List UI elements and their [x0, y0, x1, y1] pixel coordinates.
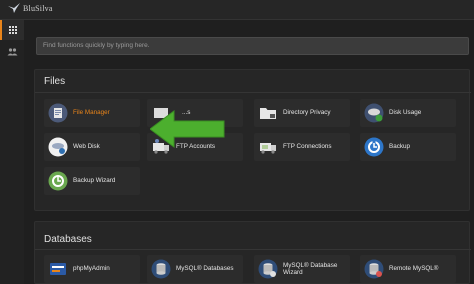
directory-privacy-item[interactable]: Directory Privacy	[254, 99, 350, 127]
folder-icon	[257, 102, 279, 124]
web-disk-label: Web Disk	[73, 143, 100, 151]
mysql-database-wizard-label: MySQL® Database Wizard	[283, 262, 337, 277]
file-manager-icon	[47, 102, 69, 124]
directory-privacy-label: Directory Privacy	[283, 109, 331, 117]
users-icon	[7, 48, 17, 56]
backup-wizard-item[interactable]: Backup Wizard	[44, 167, 140, 195]
top-bar: BluSilva	[0, 0, 474, 20]
files-panel: Files File Manager ...s Directory Privac…	[34, 69, 471, 211]
search-placeholder: Find functions quickly by typing here.	[43, 42, 150, 49]
mysql-database-wizard-label-line1: MySQL® Database	[283, 261, 338, 269]
remote-mysql-item[interactable]: Remote MySQL®	[360, 255, 456, 283]
ftp-connections-item[interactable]: FTP Connections	[254, 133, 350, 161]
files-title: Files	[44, 76, 66, 87]
green-arrow-annotation	[150, 110, 225, 148]
remote-mysql-label: Remote MySQL®	[389, 265, 439, 273]
mysql-databases-label: MySQL® Databases	[176, 265, 234, 273]
backup-item[interactable]: Backup	[360, 133, 456, 161]
disk-usage-icon	[363, 102, 385, 124]
phpmyadmin-item[interactable]: phpMyAdmin	[44, 255, 140, 283]
backup-icon	[363, 136, 385, 158]
backup-wizard-label: Backup Wizard	[73, 177, 116, 185]
files-divider	[35, 92, 471, 93]
database-wizard-icon	[257, 258, 279, 280]
file-manager-label: File Manager	[73, 109, 110, 117]
backup-wizard-icon	[47, 170, 69, 192]
sidebar	[0, 20, 24, 284]
bird-logo-icon	[8, 3, 20, 13]
grid-icon	[9, 26, 17, 34]
databases-title: Databases	[44, 234, 92, 245]
brand-logo[interactable]: BluSilva	[8, 3, 53, 13]
databases-panel: Databases phpMyAdmin MySQL® Databases My…	[34, 221, 471, 284]
main-content: Find functions quickly by typing here. F…	[24, 20, 474, 284]
databases-divider	[35, 249, 471, 250]
disk-usage-item[interactable]: Disk Usage	[360, 99, 456, 127]
sidebar-item-tools[interactable]	[0, 20, 24, 40]
ftp-connections-label: FTP Connections	[283, 143, 332, 151]
mysql-database-wizard-label-line2: Wizard	[283, 269, 303, 276]
database-icon	[150, 258, 172, 280]
phpmyadmin-label: phpMyAdmin	[73, 265, 110, 273]
phpmyadmin-icon	[47, 258, 69, 280]
mysql-databases-item[interactable]: MySQL® Databases	[147, 255, 243, 283]
search-input[interactable]: Find functions quickly by typing here.	[36, 37, 469, 55]
web-disk-item[interactable]: Web Disk	[44, 133, 140, 161]
web-disk-icon	[47, 136, 69, 158]
disk-usage-label: Disk Usage	[389, 109, 422, 117]
sidebar-item-users[interactable]	[0, 42, 24, 62]
mysql-database-wizard-item[interactable]: MySQL® Database Wizard	[254, 255, 350, 283]
remote-mysql-icon	[363, 258, 385, 280]
ftp-connections-icon	[257, 136, 279, 158]
brand-name: BluSilva	[23, 3, 53, 13]
backup-label: Backup	[389, 143, 411, 151]
file-manager-item[interactable]: File Manager	[44, 99, 140, 127]
